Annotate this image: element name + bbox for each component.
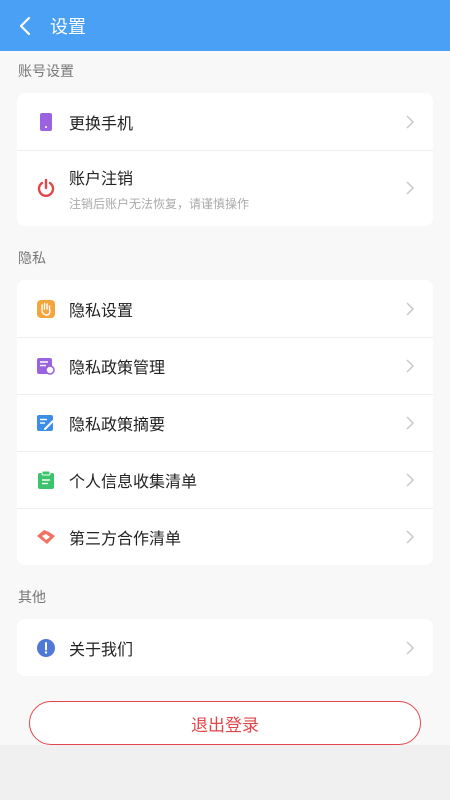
chevron-right-icon [406,640,415,655]
delete-account-item[interactable]: 账户注销 注销后账户无法恢复，请谨慎操作 [17,150,433,226]
chevron-right-icon [406,181,415,195]
section-title-account: 账号设置 [18,64,74,80]
privacy-card: 隐私设置 隐私政策管理 隐私政策摘要 个人信息收集清单 第三方合作清单 [17,280,433,565]
privacy-policy-summary-item[interactable]: 隐私政策摘要 [17,394,433,451]
account-card: 更换手机 账户注销 注销后账户无法恢复，请谨慎操作 [17,93,433,226]
policy-manage-icon [36,356,56,376]
third-party-list-item[interactable]: 第三方合作清单 [17,508,433,565]
chevron-right-icon [406,114,415,129]
chevron-right-icon [406,301,415,316]
change-phone-label: 更换手机 [69,113,134,133]
policy-summary-icon [36,413,56,433]
settings-content: 账号设置 更换手机 账户注销 注销后账户无法恢复，请谨慎操作 隐私 隐私设置 隐… [0,51,450,745]
chevron-right-icon [406,358,415,373]
page-title: 设置 [50,16,86,38]
back-arrow-icon [19,16,31,35]
privacy-settings-item[interactable]: 隐私设置 [17,280,433,337]
info-icon [36,638,56,658]
bottom-area [0,745,450,800]
privacy-settings-label: 隐私设置 [69,300,134,320]
handshake-icon [36,527,56,547]
section-title-privacy: 隐私 [18,251,46,267]
privacy-policy-manage-label: 隐私政策管理 [69,357,166,377]
personal-info-list-label: 个人信息收集清单 [69,471,198,491]
other-card: 关于我们 [17,619,433,676]
third-party-list-label: 第三方合作清单 [69,528,182,548]
about-us-item[interactable]: 关于我们 [17,619,433,676]
delete-account-warning: 注销后账户无法恢复，请谨慎操作 [69,196,250,211]
about-us-label: 关于我们 [69,639,134,659]
delete-account-label: 账户注销 [69,168,134,188]
clipboard-icon [36,470,56,490]
chevron-right-icon [406,415,415,430]
personal-info-list-item[interactable]: 个人信息收集清单 [17,451,433,508]
logout-button[interactable]: 退出登录 [29,701,421,745]
section-title-other: 其他 [18,590,46,606]
hand-icon [36,299,56,319]
change-phone-item[interactable]: 更换手机 [17,93,433,150]
phone-icon [36,112,56,132]
back-button[interactable] [0,0,50,51]
top-bar: 设置 [0,0,450,51]
chevron-right-icon [406,529,415,544]
chevron-right-icon [406,472,415,487]
privacy-policy-manage-item[interactable]: 隐私政策管理 [17,337,433,394]
privacy-policy-summary-label: 隐私政策摘要 [69,414,166,434]
power-icon [36,178,56,198]
